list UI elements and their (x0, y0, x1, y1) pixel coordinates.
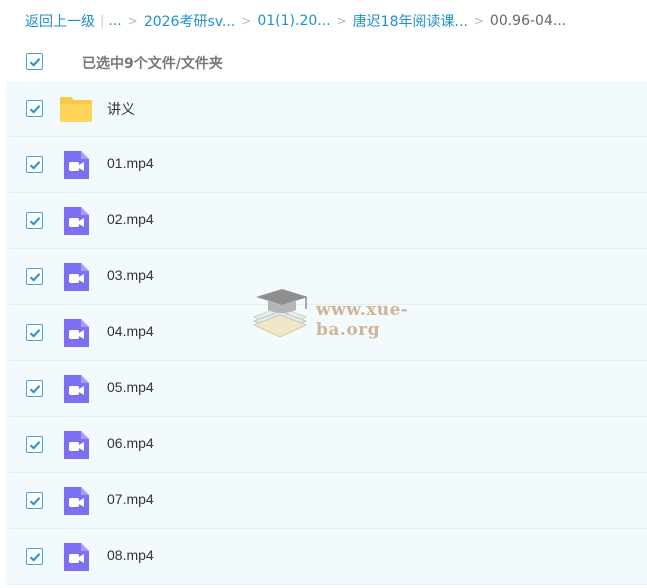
breadcrumb-separator-icon: > (473, 14, 484, 28)
row-checkbox[interactable] (26, 212, 43, 229)
row-checkbox[interactable] (26, 436, 43, 453)
file-name[interactable]: 04.mp4 (107, 323, 154, 339)
file-row[interactable]: 05.mp4 (6, 361, 647, 417)
row-checkbox[interactable] (26, 100, 43, 117)
checkmark-icon (29, 496, 40, 506)
video-icon (64, 431, 89, 459)
video-icon (64, 543, 89, 571)
file-row[interactable]: 08.mp4 (6, 529, 647, 585)
breadcrumb-item[interactable]: 唐迟18年阅读课... (353, 11, 468, 31)
file-row[interactable]: 06.mp4 (6, 417, 647, 473)
video-icon (64, 487, 89, 515)
row-checkbox[interactable] (26, 268, 43, 285)
checkmark-icon (29, 216, 40, 226)
back-link[interactable]: 返回上一级 (25, 11, 95, 31)
breadcrumb-current: 00.96-04... (489, 13, 567, 29)
file-name[interactable]: 01.mp4 (107, 155, 154, 171)
file-row[interactable]: 01.mp4 (6, 137, 647, 193)
video-icon (64, 207, 89, 235)
video-icon (64, 151, 89, 179)
row-checkbox[interactable] (26, 492, 43, 509)
row-checkbox[interactable] (26, 156, 43, 173)
breadcrumb-item[interactable]: 2026考研sv... (144, 11, 235, 31)
breadcrumb-separator-icon: > (241, 14, 252, 28)
folder-icon (60, 97, 92, 122)
checkmark-icon (29, 552, 40, 562)
select-all-checkbox[interactable] (26, 53, 43, 70)
video-icon (64, 319, 89, 347)
breadcrumb-ellipsis[interactable]: ... (108, 13, 121, 29)
selection-bar: 已选中9个文件/文件夹 (0, 44, 647, 80)
video-icon (64, 263, 89, 291)
file-row[interactable]: 07.mp4 (6, 473, 647, 529)
folder-row[interactable]: 讲义 (6, 81, 647, 137)
checkmark-icon (29, 57, 40, 67)
file-name[interactable]: 05.mp4 (107, 379, 154, 395)
checkmark-icon (29, 272, 40, 282)
checkmark-icon (29, 104, 40, 114)
row-checkbox[interactable] (26, 380, 43, 397)
checkmark-icon (29, 328, 40, 338)
file-name[interactable]: 06.mp4 (107, 435, 154, 451)
breadcrumb-separator-icon: > (127, 14, 138, 28)
row-checkbox[interactable] (26, 548, 43, 565)
file-name[interactable]: 02.mp4 (107, 211, 154, 227)
breadcrumb-divider: | (100, 13, 105, 29)
file-row[interactable]: 02.mp4 (6, 193, 647, 249)
checkmark-icon (29, 440, 40, 450)
file-name[interactable]: 08.mp4 (107, 547, 154, 563)
file-name[interactable]: 07.mp4 (107, 491, 154, 507)
file-row[interactable]: 04.mp4 (6, 305, 647, 361)
row-checkbox[interactable] (26, 324, 43, 341)
file-name[interactable]: 03.mp4 (107, 267, 154, 283)
breadcrumb: 返回上一级 | ... > 2026考研sv... > 01(1).20... … (25, 11, 566, 31)
checkmark-icon (29, 384, 40, 394)
file-list: 讲义 01.mp4 02.mp4 03.mp4 04.mp4 05.mp4 06.mp4 07… (6, 81, 647, 585)
breadcrumb-item[interactable]: 01(1).20... (257, 13, 330, 29)
file-name[interactable]: 讲义 (107, 99, 135, 119)
file-row[interactable]: 03.mp4 (6, 249, 647, 305)
video-icon (64, 375, 89, 403)
checkmark-icon (29, 160, 40, 170)
breadcrumb-separator-icon: > (336, 14, 347, 28)
selection-count-label: 已选中9个文件/文件夹 (82, 56, 223, 72)
